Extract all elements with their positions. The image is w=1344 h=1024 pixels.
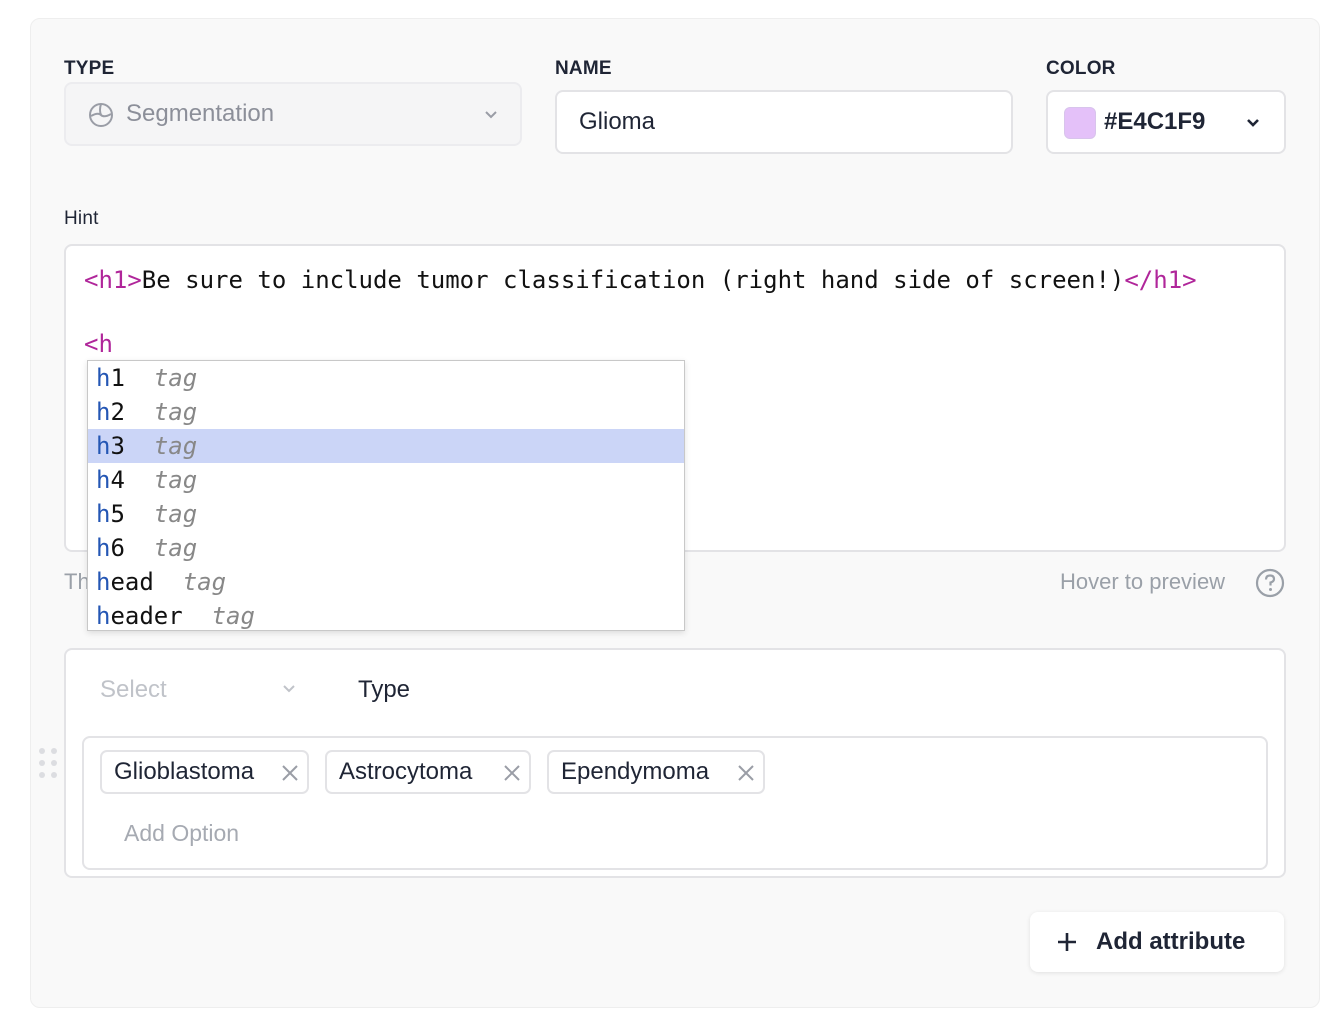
code-open-tag: <h1> xyxy=(84,266,142,294)
name-input[interactable]: Glioma xyxy=(555,90,1013,154)
help-icon[interactable] xyxy=(1254,567,1286,599)
type-label: TYPE xyxy=(64,58,115,79)
option-chip-label: Glioblastoma xyxy=(114,758,255,785)
autocomplete-dropdown[interactable]: h1 tag h2 tag h3 tag h4 tag h5 tag h6 ta… xyxy=(87,360,685,631)
autocomplete-item-header[interactable]: header tag xyxy=(88,599,684,630)
add-attribute-label: Add attribute xyxy=(1096,928,1246,955)
type-select-value: Segmentation xyxy=(126,100,275,127)
code-line-1: <h1>Be sure to include tumor classificat… xyxy=(84,266,1197,294)
add-attribute-button[interactable]: Add attribute xyxy=(1030,912,1284,972)
close-icon[interactable] xyxy=(502,763,522,783)
autocomplete-item-h1[interactable]: h1 tag xyxy=(88,361,684,395)
option-chip: Astrocytoma xyxy=(325,750,531,794)
attribute-card: Select Type Glioblastoma Astrocytoma Epe… xyxy=(64,648,1286,878)
name-label: NAME xyxy=(555,58,612,79)
close-icon[interactable] xyxy=(736,763,756,783)
attribute-type-select[interactable]: Select xyxy=(100,676,167,704)
options-box: Glioblastoma Astrocytoma Ependymoma Add … xyxy=(82,736,1268,870)
color-value: #E4C1F9 xyxy=(1104,108,1206,135)
plus-icon xyxy=(1058,933,1076,951)
autocomplete-item-h5[interactable]: h5 tag xyxy=(88,497,684,531)
chevron-down-icon xyxy=(1247,119,1259,127)
color-swatch xyxy=(1064,107,1096,139)
code-close-tag: </h1> xyxy=(1124,266,1197,294)
hover-preview-text: Hover to preview xyxy=(1060,569,1226,594)
autocomplete-item-h2[interactable]: h2 tag xyxy=(88,395,684,429)
option-chip-label: Ependymoma xyxy=(561,758,710,785)
code-line-2: <h xyxy=(84,330,113,358)
option-chip-label: Astrocytoma xyxy=(339,758,473,785)
type-select[interactable]: Segmentation xyxy=(64,82,522,146)
autocomplete-item-h3[interactable]: h3 tag xyxy=(88,429,684,463)
code-text: Be sure to include tumor classification … xyxy=(141,266,1125,294)
name-input-value: Glioma xyxy=(579,108,656,135)
color-label: COLOR xyxy=(1046,58,1116,79)
chevron-down-icon xyxy=(485,111,497,119)
attribute-name-input[interactable]: Type xyxy=(358,676,410,704)
drag-handle-icon[interactable] xyxy=(38,747,58,781)
hint-label: Hint xyxy=(64,208,99,229)
close-icon[interactable] xyxy=(280,763,300,783)
chevron-down-icon xyxy=(283,685,295,693)
autocomplete-item-h4[interactable]: h4 tag xyxy=(88,463,684,497)
autocomplete-item-head[interactable]: head tag xyxy=(88,565,684,599)
option-chip: Ependymoma xyxy=(547,750,765,794)
add-option-input[interactable]: Add Option xyxy=(124,820,239,847)
option-chip: Glioblastoma xyxy=(100,750,309,794)
color-select[interactable]: #E4C1F9 xyxy=(1046,90,1286,154)
segmentation-icon xyxy=(89,103,113,127)
hint-helper-text: Th xyxy=(64,569,90,594)
autocomplete-item-h6[interactable]: h6 tag xyxy=(88,531,684,565)
